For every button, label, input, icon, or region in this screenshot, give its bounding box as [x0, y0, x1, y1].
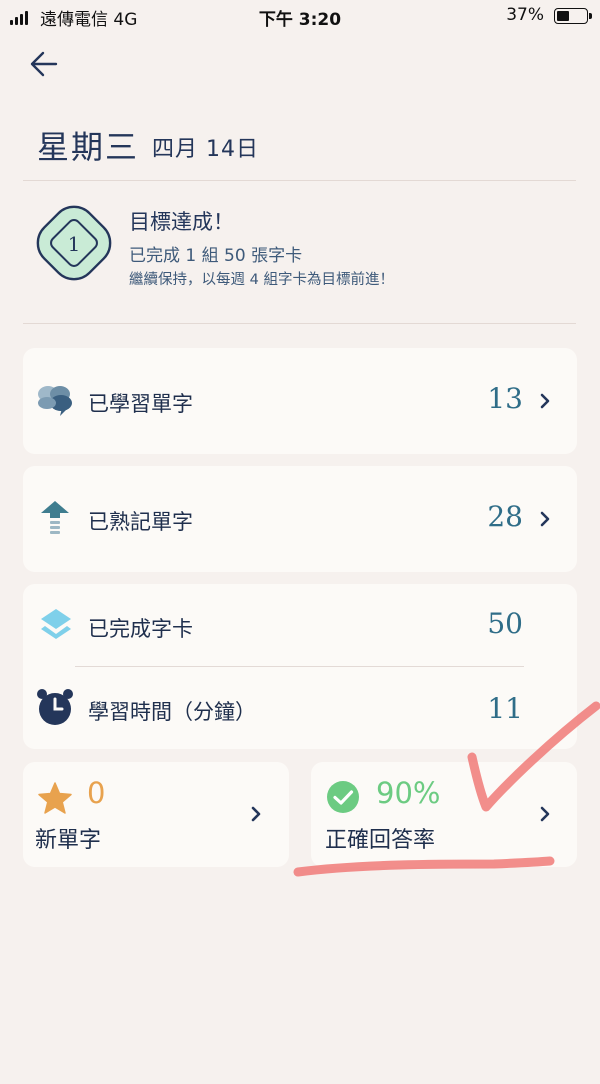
alarm-clock-icon	[37, 689, 73, 725]
divider	[23, 180, 576, 181]
chevron-right-icon[interactable]	[249, 804, 263, 824]
chevron-right-icon[interactable]	[538, 391, 552, 411]
learned-words-value: 13	[487, 382, 523, 415]
study-time-label: 學習時間（分鐘）	[88, 700, 256, 724]
memorized-words-value: 28	[487, 500, 523, 533]
brain-icon	[38, 386, 72, 416]
layers-icon	[41, 609, 71, 639]
divider	[23, 323, 576, 324]
page-title-weekday: 星期三	[37, 128, 140, 166]
goal-title: 目標達成！	[129, 210, 234, 234]
divider	[75, 666, 524, 667]
learned-words-label: 已學習單字	[88, 392, 193, 416]
back-arrow-icon[interactable]	[28, 48, 60, 80]
new-words-value: 0	[87, 776, 106, 810]
page-title-date: 四月 14日	[152, 137, 259, 162]
goal-progress-text: 已完成 1 組 50 張字卡	[129, 246, 303, 266]
handdrawn-annotation	[293, 701, 600, 877]
chevron-right-icon[interactable]	[538, 509, 552, 529]
goal-badge-number: 1	[68, 232, 81, 256]
battery-icon	[554, 8, 592, 24]
battery-percent: 37%	[506, 5, 544, 25]
upload-arrow-icon	[41, 501, 69, 534]
status-bar: 遠傳電信 4G 下午 3:20 37%	[0, 0, 600, 32]
completed-cards-label: 已完成字卡	[88, 617, 193, 641]
completed-cards-value: 50	[487, 607, 523, 640]
goal-badge-icon: 1	[36, 205, 112, 281]
goal-encouragement-text: 繼續保持，以每週 4 組字卡為目標前進！	[129, 272, 394, 288]
memorized-words-label: 已熟記單字	[88, 510, 193, 534]
star-icon	[38, 782, 72, 814]
new-words-label: 新單字	[35, 828, 102, 853]
